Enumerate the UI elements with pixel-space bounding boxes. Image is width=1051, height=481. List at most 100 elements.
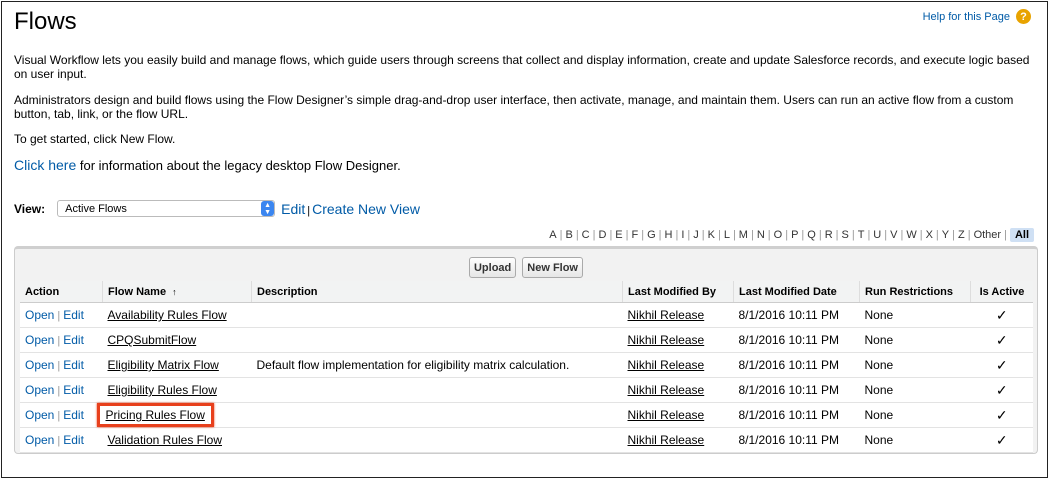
alpha-filter-e[interactable]: E	[612, 229, 625, 241]
open-link[interactable]: Open	[25, 383, 54, 397]
flows-table: Action Flow Name ↑ Description Last Modif…	[20, 281, 1033, 453]
flows-table-body: Open | Edit Availability Rules Flow Nikhil R…	[20, 302, 1033, 453]
view-select-value: Active Flows	[65, 202, 127, 215]
action-separator: |	[57, 335, 61, 347]
alpha-filter-n[interactable]: N	[754, 229, 768, 241]
table-row: Open | Edit CPQSubmitFlow Nikhil Release 8/1/…	[20, 327, 1033, 353]
alpha-filter-f[interactable]: F	[629, 229, 642, 241]
run-restrictions-cell: None	[859, 302, 971, 328]
alpha-filter-y[interactable]: Y	[939, 229, 952, 241]
edit-link[interactable]: Edit	[63, 333, 84, 347]
table-row: Open | Edit Eligibility Rules Flow Nikhil Re…	[20, 377, 1033, 403]
flow-name-link[interactable]: Validation Rules Flow	[108, 433, 223, 447]
alpha-filter-w[interactable]: W	[903, 229, 919, 241]
edit-link[interactable]: Edit	[63, 433, 84, 447]
intro-paragraph-3: To get started, click New Flow.	[14, 132, 176, 146]
alpha-filter-z[interactable]: Z	[955, 229, 968, 241]
alpha-filter-b[interactable]: B	[562, 229, 575, 241]
click-here-link[interactable]: Click here	[14, 157, 76, 173]
alpha-filter-q[interactable]: Q	[804, 229, 819, 241]
list-button-row: Upload New Flow	[15, 257, 1037, 278]
alpha-filter-c[interactable]: C	[579, 229, 593, 241]
upload-button[interactable]: Upload	[468, 257, 517, 278]
edit-link[interactable]: Edit	[63, 383, 84, 397]
alpha-filter-j[interactable]: J	[690, 229, 702, 241]
help-link[interactable]: Help for this Page	[923, 11, 1010, 23]
alpha-filter-h[interactable]: H	[662, 229, 676, 241]
alpha-filter-g[interactable]: G	[644, 229, 659, 241]
column-header-last-modified-by[interactable]: Last Modified By	[622, 281, 734, 303]
open-link[interactable]: Open	[25, 358, 54, 372]
last-modified-date-cell: 8/1/2016 10:11 PM	[733, 352, 860, 378]
flow-name-link[interactable]: Pricing Rules Flow	[106, 408, 205, 422]
column-header-flow-name-label: Flow Name	[108, 285, 167, 298]
table-row: Open | Edit Eligibility Matrix Flow Default …	[20, 352, 1033, 378]
checkmark-icon: ✓	[995, 381, 1008, 398]
user-link[interactable]: Nikhil Release	[628, 358, 705, 372]
description-cell	[251, 377, 623, 403]
user-link[interactable]: Nikhil Release	[628, 408, 705, 422]
column-header-last-modified-date[interactable]: Last Modified Date	[733, 281, 860, 303]
intro-paragraph-1: Visual Workflow lets you easily build an…	[14, 53, 1030, 81]
user-link[interactable]: Nikhil Release	[628, 333, 705, 347]
question-icon[interactable]: ?	[1016, 9, 1031, 24]
alpha-filter-all[interactable]: All	[1009, 228, 1034, 242]
flow-name-link[interactable]: CPQSubmitFlow	[108, 333, 197, 347]
last-modified-by-cell: Nikhil Release	[622, 327, 734, 353]
alpha-filter-p[interactable]: P	[788, 229, 801, 241]
alpha-filter-i[interactable]: I	[678, 229, 687, 241]
action-cell: Open | Edit	[20, 352, 103, 378]
last-modified-date-cell: 8/1/2016 10:11 PM	[733, 402, 860, 428]
alpha-filter-a[interactable]: A	[546, 229, 559, 241]
description-cell	[251, 402, 623, 428]
column-header-flow-name[interactable]: Flow Name ↑	[102, 281, 252, 303]
open-link[interactable]: Open	[25, 333, 54, 347]
flow-name-link[interactable]: Availability Rules Flow	[108, 308, 227, 322]
is-active-cell: ✓	[970, 327, 1033, 353]
alpha-filter-x[interactable]: X	[923, 229, 936, 241]
checkmark-icon: ✓	[995, 331, 1008, 348]
view-select[interactable]: Active Flows ▲ ▼	[57, 200, 276, 217]
action-cell: Open | Edit	[20, 427, 103, 453]
table-row: Open | Edit Pricing Rules Flow Nikhil Releas…	[20, 402, 1033, 428]
edit-link[interactable]: Edit	[63, 408, 84, 422]
flow-name-link[interactable]: Eligibility Matrix Flow	[108, 358, 219, 372]
open-link[interactable]: Open	[25, 433, 54, 447]
page-frame: Flows Help for this Page ? Visual Workfl…	[1, 1, 1048, 478]
alpha-filter-s[interactable]: S	[839, 229, 852, 241]
column-header-is-active[interactable]: Is Active	[970, 281, 1033, 303]
run-restrictions-cell: None	[859, 427, 971, 453]
link-separator: |	[307, 204, 311, 217]
flow-name-link[interactable]: Eligibility Rules Flow	[108, 383, 217, 397]
description-cell	[251, 302, 623, 328]
edit-link[interactable]: Edit	[63, 358, 84, 372]
view-links: Edit | Create New View	[281, 201, 420, 217]
alpha-filter-m[interactable]: M	[736, 229, 751, 241]
edit-link[interactable]: Edit	[63, 308, 84, 322]
last-modified-by-cell: Nikhil Release	[622, 302, 734, 328]
alpha-filter-l[interactable]: L	[721, 229, 733, 241]
alpha-filter-v[interactable]: V	[887, 229, 900, 241]
description-cell	[251, 327, 623, 353]
alpha-filter-other[interactable]: Other	[971, 229, 1005, 241]
user-link[interactable]: Nikhil Release	[628, 308, 705, 322]
column-header-action[interactable]: Action	[20, 281, 103, 303]
alpha-filter-k[interactable]: K	[705, 229, 718, 241]
user-link[interactable]: Nikhil Release	[628, 433, 705, 447]
new-flow-button[interactable]: New Flow	[522, 257, 583, 278]
create-new-view-link[interactable]: Create New View	[312, 201, 420, 217]
alpha-filter-u[interactable]: U	[870, 229, 884, 241]
column-header-description[interactable]: Description	[251, 281, 623, 303]
alpha-filter-o[interactable]: O	[771, 229, 786, 241]
user-link[interactable]: Nikhil Release	[628, 383, 705, 397]
open-link[interactable]: Open	[25, 308, 54, 322]
open-link[interactable]: Open	[25, 408, 54, 422]
last-modified-date-cell: 8/1/2016 10:11 PM	[733, 327, 860, 353]
alpha-filter-r[interactable]: R	[822, 229, 836, 241]
last-modified-date-cell: 8/1/2016 10:11 PM	[733, 377, 860, 403]
column-header-run-restrictions[interactable]: Run Restrictions	[859, 281, 971, 303]
alpha-filter-t[interactable]: T	[855, 229, 868, 241]
edit-view-link[interactable]: Edit	[281, 201, 305, 217]
alpha-filter-d[interactable]: D	[595, 229, 609, 241]
sort-ascending-icon: ↑	[172, 286, 177, 297]
